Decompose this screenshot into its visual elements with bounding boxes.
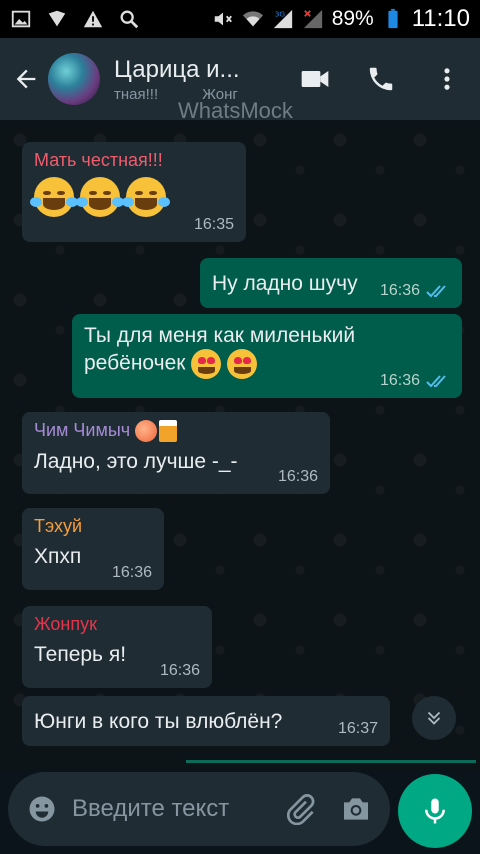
- voice-call-button[interactable]: [348, 38, 414, 120]
- tears-of-joy-emoji: [122, 177, 170, 217]
- sender-name: Тэхуй: [34, 516, 83, 536]
- double-chevron-down-icon: [427, 711, 441, 725]
- message-input[interactable]: [72, 795, 262, 823]
- more-vertical-icon: [444, 68, 450, 90]
- camera-button[interactable]: [336, 789, 376, 829]
- peach-emoji: [135, 420, 158, 443]
- shield-icon: [46, 8, 68, 30]
- sender-name: Жонпук: [34, 614, 97, 634]
- read-receipt-icon: [426, 375, 446, 388]
- paperclip-icon: [286, 794, 315, 825]
- message-time: 16:36: [277, 468, 318, 485]
- more-options-button[interactable]: [414, 38, 480, 120]
- avatar[interactable]: [48, 53, 100, 105]
- camera-icon: [344, 798, 368, 820]
- mute-icon: [212, 8, 234, 30]
- divider: [186, 760, 476, 763]
- read-receipt-icon: [426, 285, 446, 298]
- message-composer: [8, 772, 390, 846]
- message-time: 16:37: [337, 720, 378, 737]
- message-time: 16:35: [193, 216, 234, 233]
- message-time: 16:36: [380, 372, 450, 390]
- emoji-button[interactable]: [22, 789, 62, 829]
- heart-eyes-emoji: [227, 349, 258, 379]
- wifi-icon: [242, 8, 264, 30]
- message-text-line-1: Ты для меня как миленький: [84, 324, 356, 347]
- warning-icon: [82, 8, 104, 30]
- heart-eyes-emoji: [191, 349, 222, 379]
- chat-title-block[interactable]: Царица и... тная!!! Жонг: [114, 56, 274, 103]
- battery-percent: 89%: [331, 7, 374, 30]
- message-outgoing[interactable]: Ну ладно шучу 16:36: [200, 258, 462, 308]
- voice-record-button[interactable]: [398, 774, 472, 848]
- message-time: 16:36: [111, 564, 152, 581]
- chat-title: Царица и...: [114, 55, 240, 83]
- message-text: Юнги в кого ты влюблён?: [34, 710, 283, 733]
- message-incoming[interactable]: Жонпук Теперь я! 16:36: [22, 606, 212, 688]
- back-button[interactable]: [6, 38, 46, 120]
- battery-icon: [382, 8, 404, 30]
- video-camera-icon: [301, 71, 329, 87]
- member-1: тная!!!: [114, 85, 159, 103]
- emoji-row: [30, 177, 234, 217]
- signal-3g-icon: 3G: [272, 8, 294, 30]
- message-incoming[interactable]: Мать честная!!! 16:35: [22, 142, 246, 242]
- gallery-icon: [10, 8, 32, 30]
- message-incoming[interactable]: Чим Чимыч Ладно, это лучше -_- 16:36: [22, 412, 330, 494]
- chat-area[interactable]: Мать честная!!! 16:35 Ну ладно шучу 16:3…: [0, 120, 480, 770]
- message-text: Ладно, это лучше -_-: [34, 450, 238, 474]
- phone-icon: [369, 67, 393, 91]
- status-bar: 3G 89% 11:10: [0, 0, 480, 38]
- microphone-icon: [425, 798, 445, 824]
- tears-of-joy-emoji: [76, 177, 124, 217]
- svg-text:3G: 3G: [274, 9, 285, 18]
- search-icon: [118, 8, 140, 30]
- message-outgoing[interactable]: Ты для меня как миленький ребёночек 16:3…: [72, 314, 462, 398]
- signal-nosim-icon: [302, 8, 324, 30]
- sender-name: Чим Чимыч: [34, 420, 318, 443]
- attach-button[interactable]: [280, 789, 320, 829]
- sender-name: Мать честная!!!: [34, 150, 163, 170]
- message-time: 16:36: [159, 662, 200, 679]
- message-time: 16:36: [380, 282, 450, 300]
- message-incoming[interactable]: Тэхуй Хпхп 16:36: [22, 508, 164, 590]
- message-incoming[interactable]: Юнги в кого ты влюблён? 16:37: [22, 696, 390, 746]
- clock: 11:10: [411, 5, 470, 32]
- smiley-icon: [29, 796, 55, 822]
- beer-emoji: [159, 420, 178, 443]
- back-arrow-icon: [16, 69, 36, 89]
- scroll-to-bottom-button[interactable]: [412, 696, 456, 740]
- tears-of-joy-emoji: [30, 177, 78, 217]
